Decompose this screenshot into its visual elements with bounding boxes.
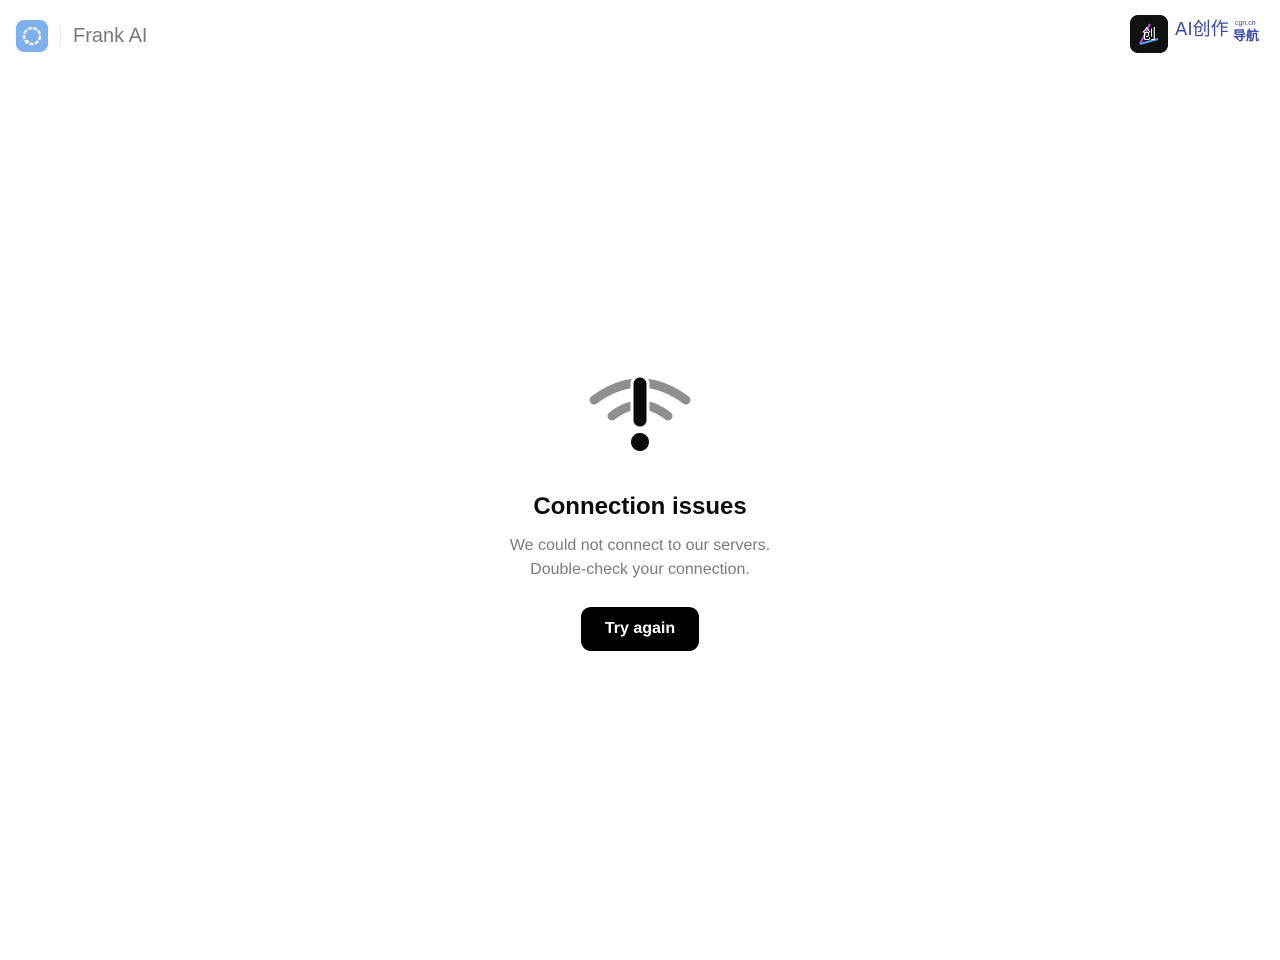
chuang-character-logo-icon: 创	[1130, 15, 1168, 53]
try-again-button[interactable]: Try again	[580, 607, 700, 651]
error-title: Connection issues	[533, 493, 747, 520]
header-divider	[60, 26, 61, 46]
wifi-warning-icon	[589, 374, 691, 451]
ai-creation-nav-badge[interactable]: 创 AI创作 cgn.cn 导航	[1130, 14, 1262, 54]
app-name: Frank AI	[73, 25, 148, 47]
top-bar: Frank AI 创 AI创作 cgn.cn 导航	[0, 0, 1280, 72]
error-line-1: We could not connect to our servers.	[509, 537, 771, 554]
chat-bubble-icon[interactable]	[16, 20, 48, 52]
badge-sub-text: 导航	[1233, 29, 1260, 44]
error-line-2: Double-check your connection.	[530, 561, 750, 578]
connection-error-panel: Connection issues We could not connect t…	[0, 372, 1280, 651]
badge-domain-text: cgn.cn	[1235, 20, 1256, 27]
badge-text: AI创作 cgn.cn 导航	[1175, 15, 1261, 53]
error-description: We could not connect to our servers. Dou…	[510, 534, 770, 582]
badge-main-text: AI创作	[1175, 19, 1229, 40]
svg-text:创: 创	[1142, 27, 1156, 43]
